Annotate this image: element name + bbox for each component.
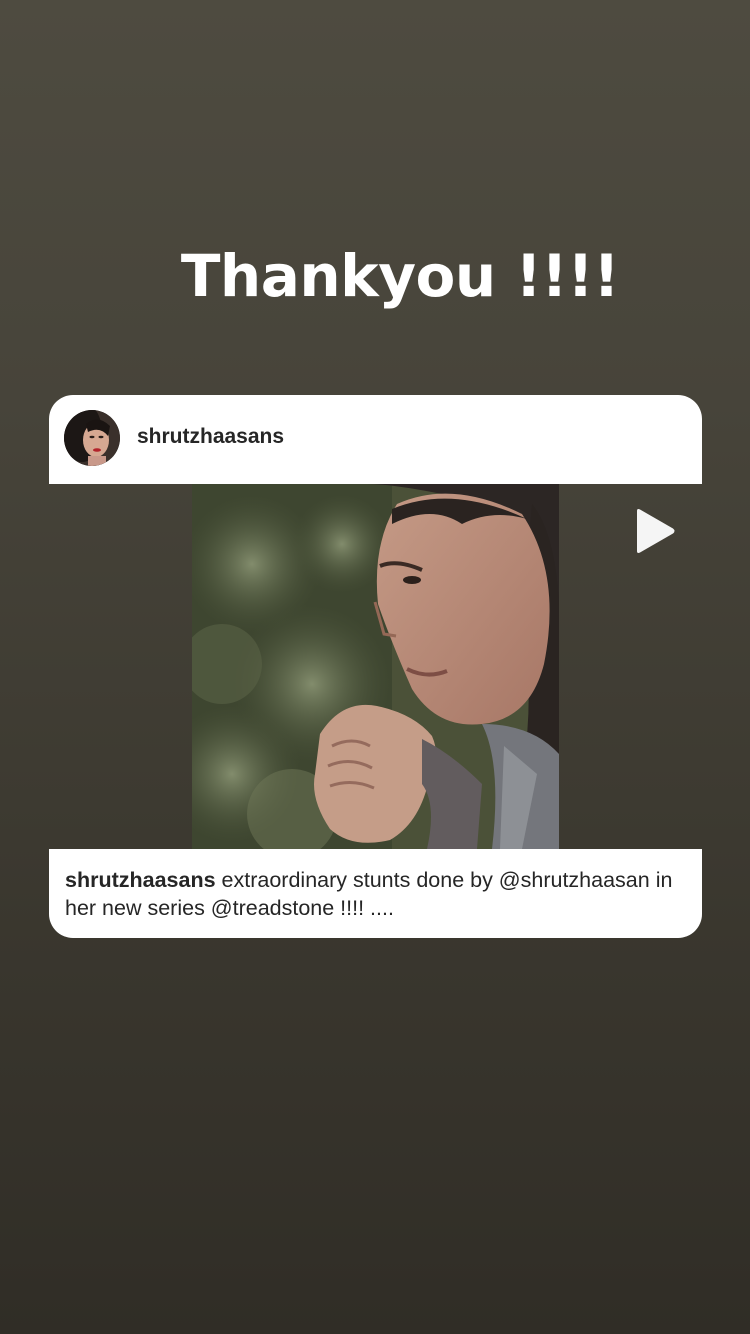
video-thumbnail[interactable]: [192, 484, 559, 849]
shared-post-card[interactable]: shrutzhaasans shrutzhaasans extraordinar…: [49, 395, 702, 938]
post-header[interactable]: shrutzhaasans: [49, 395, 702, 484]
play-icon[interactable]: [633, 508, 677, 554]
avatar-photo: [64, 410, 120, 466]
post-username[interactable]: shrutzhaasans: [137, 425, 284, 449]
caption-text: shrutzhaasans extraordinary stunts done …: [65, 866, 685, 922]
avatar[interactable]: [64, 410, 120, 466]
post-caption[interactable]: shrutzhaasans extraordinary stunts done …: [49, 849, 702, 938]
post-media[interactable]: [49, 484, 702, 849]
caption-username[interactable]: shrutzhaasans: [65, 868, 216, 892]
video-frame-image: [192, 484, 559, 849]
story-text: Thankyou !!!!: [180, 242, 620, 310]
